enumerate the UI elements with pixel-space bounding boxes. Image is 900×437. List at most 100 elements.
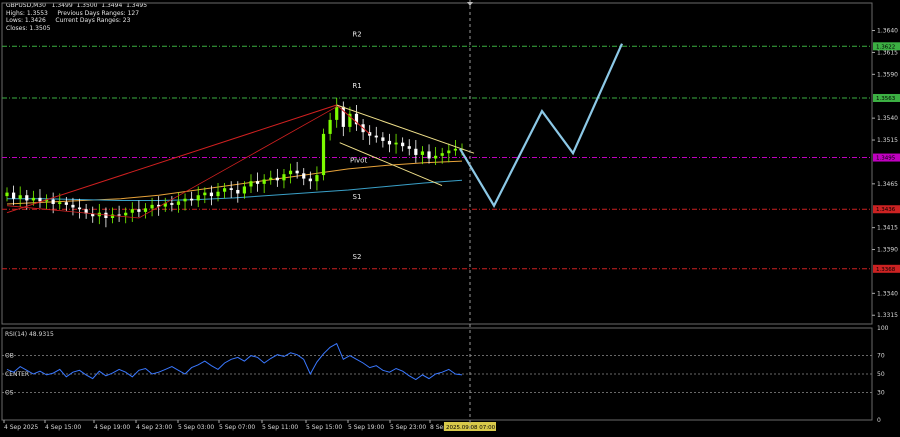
- candle-body: [321, 133, 326, 176]
- time-tick-label: 4 Sep 19:00: [94, 424, 130, 431]
- candle-body: [5, 192, 9, 197]
- price-tick-label: 1.3615: [877, 49, 898, 56]
- candle-body: [295, 170, 299, 174]
- candle-body: [328, 119, 332, 134]
- candle-body: [183, 198, 187, 202]
- candle-body: [110, 214, 115, 218]
- candle-body: [275, 177, 279, 181]
- candle-body: [130, 209, 134, 213]
- candle-body: [447, 150, 451, 154]
- time-tick-label: 4 Sep 23:00: [136, 424, 172, 431]
- candle-body: [18, 195, 22, 199]
- rsi-tick-label: 70: [877, 353, 885, 360]
- time-tick-label: 5 Sep 03:00: [178, 424, 214, 431]
- level-price-label-pivot: 1.3495: [876, 156, 896, 162]
- candle-body: [38, 197, 42, 202]
- time-axis: 4 Sep 2025 4 Sep 15:00 4 Sep 19:00 4 Sep 23…: [3, 420, 496, 431]
- candle-body: [407, 146, 411, 149]
- candle-body: [255, 181, 260, 184]
- candle-body: [124, 212, 128, 216]
- candle-body: [51, 199, 55, 204]
- price-tick-label: 1.3640: [877, 28, 898, 35]
- price-tick-label: 1.3540: [877, 115, 898, 122]
- level-name-s1: S1: [353, 193, 362, 201]
- candle-body: [223, 188, 227, 192]
- forecast-zigzag-line: [459, 43, 624, 208]
- candle-body: [374, 135, 378, 138]
- candle-body: [216, 191, 220, 197]
- time-tick-label: 5 Sep 23:00: [390, 424, 426, 431]
- time-tick-label: 5 Sep 11:00: [262, 424, 298, 431]
- candle-body: [315, 175, 319, 182]
- candle-body: [302, 173, 306, 179]
- rsi-tick-label: 50: [877, 371, 885, 378]
- channel-upper-line: [336, 104, 475, 154]
- candle-body: [414, 148, 418, 155]
- rsi-level-label-center: CENTER: [5, 371, 29, 378]
- price-panel[interactable]: 1.3640 1.3615 1.3590 1.3540 1.3515 1.3465 1.34…: [1, 2, 900, 325]
- candle-body: [150, 204, 154, 209]
- price-tick-label: 1.3465: [877, 181, 898, 188]
- candle-body: [71, 204, 75, 208]
- level-price-label-r1: 1.3563: [876, 96, 896, 102]
- rsi-panel[interactable]: RSI(14) 48.9315 OB CENTER OS 100 70 50 30 0: [1, 325, 889, 424]
- level-name-r1: R1: [352, 82, 361, 90]
- candle-body: [249, 181, 253, 187]
- candle-body: [269, 177, 273, 180]
- candle-body: [453, 148, 458, 151]
- candle-body: [196, 195, 200, 201]
- rsi-tick-label: 0: [877, 417, 881, 424]
- level-price-label-s2: 1.3368: [876, 267, 896, 273]
- candle-body: [209, 192, 214, 197]
- candle-body: [427, 151, 431, 159]
- price-panel-frame: [1, 2, 873, 325]
- candle-body: [387, 140, 392, 145]
- level-price-label-s1: 1.3436: [876, 207, 896, 213]
- candle-body: [381, 137, 385, 141]
- candle-body: [170, 203, 174, 205]
- price-tick-label: 1.3390: [877, 247, 898, 254]
- candle-body: [262, 179, 266, 184]
- crosshair-marker-icon: [467, 2, 473, 6]
- level-name-s2: S2: [353, 253, 362, 261]
- rsi-tick-label: 30: [877, 389, 885, 396]
- candle-body: [394, 142, 398, 145]
- price-tick-label: 1.3415: [877, 225, 898, 232]
- candle-body: [308, 178, 312, 182]
- candle-body: [117, 214, 121, 216]
- price-tick-label: 1.3340: [877, 290, 898, 297]
- price-tick-label: 1.3590: [877, 71, 898, 78]
- rsi-title: RSI(14) 48.9315: [5, 331, 54, 338]
- rsi-level-label-os: OS: [5, 389, 14, 396]
- time-tick-label: 5 Sep 15:00: [306, 424, 342, 431]
- candle-body: [401, 142, 405, 147]
- candle-body: [420, 151, 425, 155]
- candle-body: [282, 174, 286, 181]
- candle-body: [190, 198, 194, 201]
- candle-body: [25, 195, 29, 201]
- candle-body: [31, 197, 35, 201]
- candle-body: [335, 106, 339, 120]
- level-name-r2: R2: [352, 30, 361, 38]
- time-tick-label: 4 Sep 2025: [4, 424, 38, 431]
- trading-chart[interactable]: 1.3640 1.3615 1.3590 1.3540 1.3515 1.3465 1.34…: [0, 0, 900, 437]
- level-price-label-r2: 1.3622: [876, 44, 895, 50]
- time-tick-label: 5 Sep 19:00: [348, 424, 384, 431]
- crosshair-time-label: 2025.09.08 07:00: [446, 425, 496, 431]
- candle-body: [143, 208, 148, 212]
- rsi-tick-label: 100: [877, 325, 889, 332]
- candle-body: [440, 153, 444, 156]
- candle-body: [203, 192, 207, 196]
- candle-body: [434, 155, 438, 159]
- level-name-pivot: Pivot: [350, 157, 367, 165]
- candle-body: [11, 192, 16, 199]
- candle-body: [58, 202, 62, 204]
- candle-body: [242, 186, 246, 194]
- candle-body: [229, 188, 233, 190]
- rsi-level-label-ob: OB: [5, 353, 14, 360]
- candle-body: [64, 202, 68, 205]
- candle-body: [288, 170, 293, 175]
- trend-wedge-line: [6, 104, 371, 214]
- candle-body: [236, 189, 240, 194]
- candle-body: [137, 209, 141, 212]
